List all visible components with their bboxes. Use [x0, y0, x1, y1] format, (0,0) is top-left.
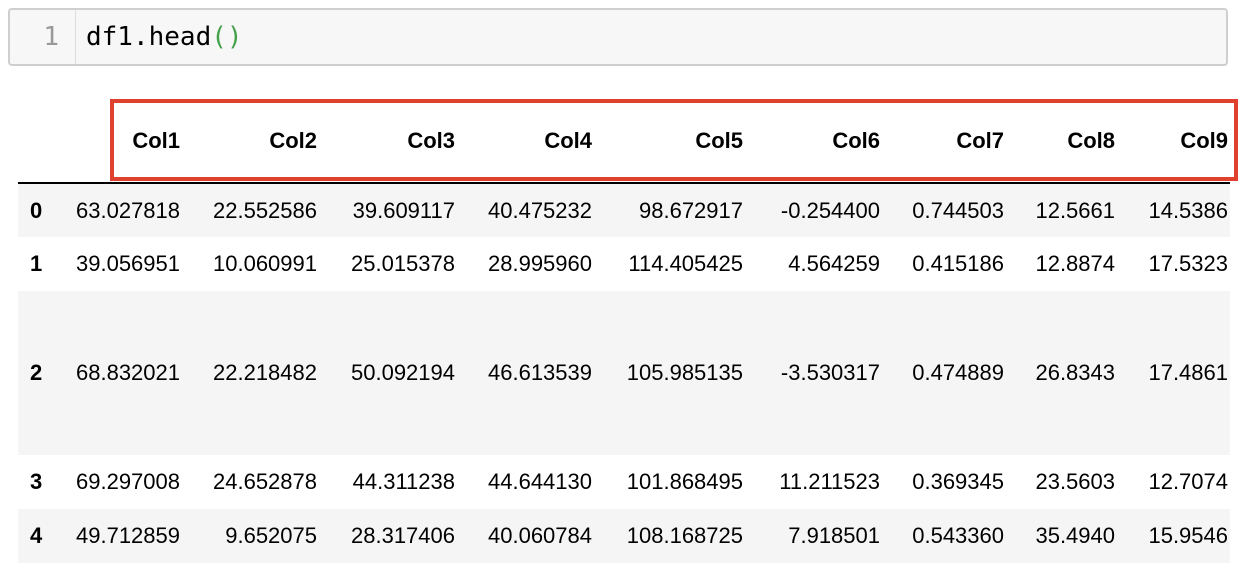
table-cell: 28.995960 — [488, 251, 592, 276]
column-header: Col5 — [594, 100, 745, 184]
table-cell: 15.9546 — [1148, 523, 1228, 548]
table-cell: 22.552586 — [213, 197, 317, 223]
code-text: df1.head — [86, 22, 212, 52]
table-cell: 68.832021 — [76, 360, 180, 385]
table-cell: 26.8343 — [1035, 360, 1115, 385]
row-index: 2 — [30, 360, 43, 385]
table-cell: 0.543360 — [912, 523, 1004, 548]
table-row: 0 63.027818 22.552586 39.609117 40.47523… — [18, 183, 1230, 237]
line-number: 1 — [10, 10, 76, 64]
table-cell: 46.613539 — [488, 360, 592, 385]
table-cell: -3.530317 — [780, 360, 880, 385]
dataframe-table: Col1 Col2 Col3 Col4 Col5 Col6 Col7 Col8 … — [18, 100, 1230, 563]
code-cell[interactable]: 1 df1.head() — [8, 8, 1228, 66]
code-parens: () — [211, 22, 243, 52]
table-row: 2 68.832021 22.218482 50.092194 46.61353… — [18, 291, 1230, 455]
column-header: Col9 — [1117, 100, 1230, 184]
column-header: Col1 — [56, 100, 182, 184]
table-cell: 17.4861 — [1148, 360, 1228, 385]
table-cell: 0.415186 — [912, 251, 1004, 276]
table-cell: 50.092194 — [351, 360, 455, 385]
row-index: 1 — [30, 251, 43, 276]
table-cell: 12.7074 — [1148, 469, 1228, 494]
index-header — [18, 100, 56, 184]
header-row: Col1 Col2 Col3 Col4 Col5 Col6 Col7 Col8 … — [18, 100, 1230, 184]
table-row: 4 49.712859 9.652075 28.317406 40.060784… — [18, 509, 1230, 563]
table-cell: 24.652878 — [213, 469, 317, 494]
table-row: 3 69.297008 24.652878 44.311238 44.64413… — [18, 455, 1230, 509]
table-cell: 7.918501 — [788, 523, 880, 548]
table-cell: 22.218482 — [213, 360, 317, 385]
table-cell: 114.405425 — [628, 251, 743, 276]
table-cell: 35.4940 — [1035, 523, 1115, 548]
table-cell: 25.015378 — [351, 251, 455, 276]
code-line[interactable]: df1.head() — [86, 10, 243, 64]
table-cell: 40.475232 — [488, 197, 592, 223]
table-cell: 4.564259 — [788, 251, 880, 276]
table-cell: 98.672917 — [639, 197, 743, 223]
table-cell: 11.211523 — [779, 469, 880, 494]
table-cell: 14.5386 — [1148, 197, 1228, 223]
table-cell: 39.609117 — [352, 197, 455, 223]
table-cell: 101.868495 — [626, 469, 743, 494]
table-cell: 40.060784 — [488, 523, 592, 548]
table-cell: 108.168725 — [626, 523, 743, 548]
row-index: 0 — [30, 197, 43, 223]
table-row: 1 39.056951 10.060991 25.015378 28.99596… — [18, 237, 1230, 291]
column-header: Col4 — [457, 100, 594, 184]
table-cell: 69.297008 — [76, 469, 180, 494]
table-cell: 0.474889 — [912, 360, 1004, 385]
table-cell: 49.712859 — [76, 523, 180, 548]
column-header: Col6 — [745, 100, 882, 184]
row-index: 3 — [30, 469, 43, 494]
table-cell: 39.056951 — [76, 251, 180, 276]
dataframe-output: Col1 Col2 Col3 Col4 Col5 Col6 Col7 Col8 … — [18, 100, 1230, 563]
table-cell: 44.644130 — [488, 469, 592, 494]
table-cell: 44.311238 — [352, 469, 455, 494]
column-header: Col2 — [182, 100, 319, 184]
table-cell: 28.317406 — [351, 523, 455, 548]
table-cell: 9.652075 — [225, 523, 317, 548]
column-header: Col7 — [882, 100, 1006, 184]
table-cell: 23.5603 — [1035, 469, 1115, 494]
table-cell: -0.254400 — [780, 197, 880, 223]
column-header: Col3 — [319, 100, 457, 184]
table-cell: 63.027818 — [76, 197, 180, 223]
table-cell: 12.5661 — [1035, 197, 1115, 223]
column-header: Col8 — [1006, 100, 1117, 184]
table-cell: 10.060991 — [213, 251, 317, 276]
table-cell: 0.369345 — [912, 469, 1004, 494]
table-cell: 12.8874 — [1035, 251, 1115, 276]
table-cell: 17.5323 — [1148, 251, 1228, 276]
table-cell: 0.744503 — [912, 197, 1004, 223]
row-index: 4 — [30, 523, 43, 548]
table-cell: 105.985135 — [626, 360, 743, 385]
